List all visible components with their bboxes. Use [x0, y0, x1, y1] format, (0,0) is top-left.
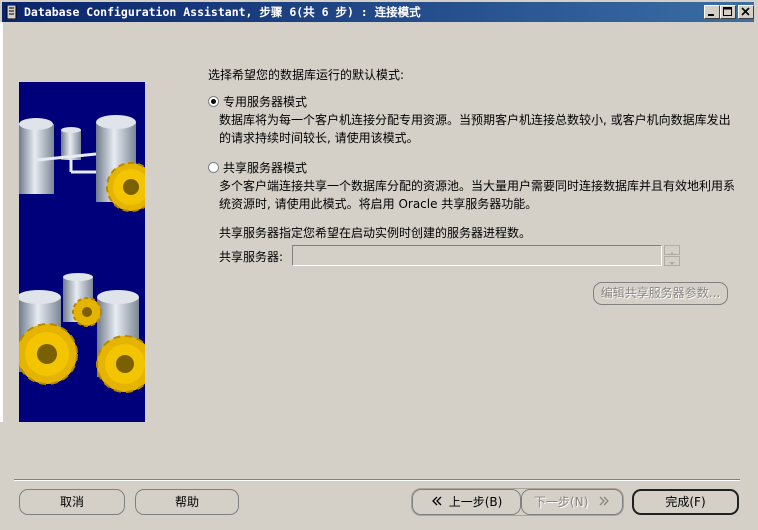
title-bar[interactable]: Database Configuration Assistant, 步骤 6(共…	[2, 2, 754, 22]
next-button[interactable]: 下一步(N)	[521, 489, 623, 515]
gear-icon	[96, 335, 145, 393]
next-button-label: 下一步(N)	[533, 495, 589, 509]
gear-icon	[19, 323, 78, 385]
minimize-icon	[708, 14, 714, 16]
finish-button[interactable]: 完成(F)	[632, 489, 739, 515]
back-button[interactable]: 上一步(B)	[412, 489, 521, 515]
dedicated-mode-radio[interactable]	[208, 96, 219, 107]
shared-server-hint: 共享服务器指定您希望在启动实例时创建的服务器进程数。	[219, 226, 532, 240]
shared-mode-label[interactable]: 共享服务器模式	[223, 159, 307, 176]
footer-separator	[14, 479, 740, 481]
maximize-icon	[723, 7, 732, 16]
edit-shared-server-params-button[interactable]: 编辑共享服务器参数...	[593, 282, 728, 305]
window-title: Database Configuration Assistant, 步骤 6(共…	[24, 5, 421, 19]
shared-mode-option[interactable]: 共享服务器模式	[208, 159, 307, 176]
back-button-label: 上一步(B)	[448, 495, 503, 509]
help-button[interactable]: 帮助	[135, 489, 239, 515]
close-icon	[741, 7, 750, 16]
close-button[interactable]	[738, 5, 754, 19]
spinner-down-icon[interactable]	[664, 256, 680, 266]
shared-server-count-input[interactable]	[292, 245, 662, 266]
gear-icon	[72, 297, 102, 327]
shared-mode-description: 多个客户端连接共享一个数据库分配的资源池。当大量用户需要同时连接数据库并且有效地…	[219, 179, 736, 211]
dedicated-mode-description: 数据库将为每一个客户机连接分配专用资源。当预期客户机连接总数较小, 或客户机向数…	[219, 113, 731, 145]
dedicated-mode-label[interactable]: 专用服务器模式	[223, 93, 307, 110]
cancel-button[interactable]: 取消	[19, 489, 125, 515]
minimize-button[interactable]	[704, 5, 720, 19]
double-chevron-left-icon	[431, 490, 443, 514]
dbca-window: Database Configuration Assistant, 步骤 6(共…	[0, 0, 758, 530]
dedicated-mode-option[interactable]: 专用服务器模式	[208, 93, 307, 110]
mode-prompt: 选择希望您的数据库运行的默认模式:	[208, 68, 405, 82]
double-chevron-right-icon	[598, 490, 610, 514]
spinner-up-icon[interactable]	[664, 245, 680, 255]
shared-server-spinner[interactable]	[664, 245, 680, 266]
background-window-edge	[0, 22, 3, 422]
shared-mode-radio[interactable]	[208, 162, 219, 173]
shared-server-field-label: 共享服务器:	[219, 250, 284, 264]
maximize-button[interactable]	[720, 5, 736, 19]
database-illustration	[19, 82, 145, 422]
app-icon	[6, 5, 17, 19]
